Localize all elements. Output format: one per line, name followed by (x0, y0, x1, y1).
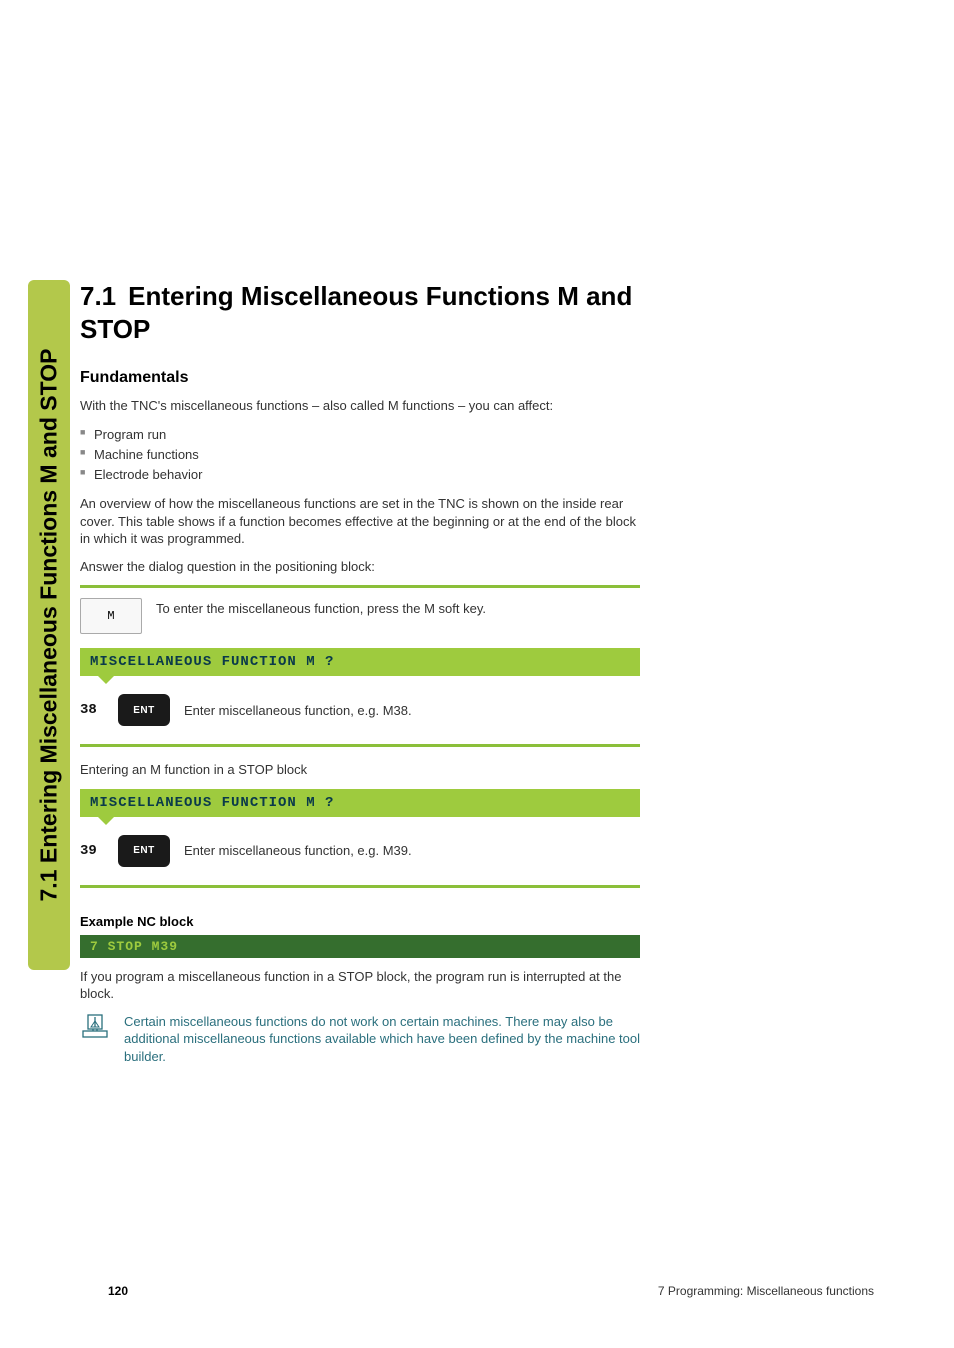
ent-key[interactable]: ENT (118, 835, 170, 867)
ent-num: 39 (80, 843, 104, 859)
prompt-label: MISCELLANEOUS FUNCTION M ? (90, 795, 334, 811)
misc-function-prompt: MISCELLANEOUS FUNCTION M ? (80, 789, 640, 817)
fundamentals-intro: With the TNC's miscellaneous functions –… (80, 397, 640, 415)
fundamentals-prompt: Answer the dialog question in the positi… (80, 558, 640, 576)
ent-text: Enter miscellaneous function, e.g. M39. (184, 843, 640, 858)
m-key-row: M To enter the miscellaneous function, p… (80, 598, 640, 634)
ent-text: Enter miscellaneous function, e.g. M38. (184, 703, 640, 718)
section-number: 7.1 (80, 280, 116, 313)
chapter-label: 7 Programming: Miscellaneous functions (658, 1284, 874, 1298)
ent-key[interactable]: ENT (118, 694, 170, 726)
ent-row-2: 39 ENT Enter miscellaneous function, e.g… (80, 835, 640, 867)
side-tab-label: 7.1 Entering Miscellaneous Functions M a… (36, 349, 63, 902)
page-footer: 120 7 Programming: Miscellaneous functio… (0, 1284, 954, 1298)
m-softkey[interactable]: M (80, 598, 142, 634)
rule (80, 885, 640, 888)
example-heading: Example NC block (80, 914, 640, 929)
fundamentals-heading: Fundamentals (80, 369, 640, 387)
m-key-text: To enter the miscellaneous function, pre… (156, 598, 640, 618)
rule (80, 744, 640, 747)
ent-num: 38 (80, 702, 104, 718)
prompt-label: MISCELLANEOUS FUNCTION M ? (90, 654, 334, 670)
section-title-text: Entering Miscellaneous Functions M and S… (80, 281, 632, 344)
machine-note-icon (80, 1013, 110, 1043)
rule (80, 585, 640, 588)
stop-intro: Entering an M function in a STOP block (80, 761, 640, 779)
callout-pointer-icon (98, 817, 114, 825)
section-title: 7.1Entering Miscellaneous Functions M an… (80, 280, 640, 345)
misc-function-prompt: MISCELLANEOUS FUNCTION M ? (80, 648, 640, 676)
fundamentals-overview: An overview of how the miscellaneous fun… (80, 495, 640, 548)
list-item: Electrode behavior (80, 465, 640, 485)
list-item: Machine functions (80, 445, 640, 465)
note-text: Certain miscellaneous functions do not w… (124, 1013, 640, 1066)
fundamentals-bullets: Program run Machine functions Electrode … (80, 425, 640, 485)
callout-pointer-icon (98, 676, 114, 684)
example-code: 7 STOP M39 (80, 935, 640, 958)
content-column: 7.1Entering Miscellaneous Functions M an… (80, 280, 640, 1065)
list-item: Program run (80, 425, 640, 445)
note-row: Certain miscellaneous functions do not w… (80, 1013, 640, 1066)
after-example: If you program a miscellaneous function … (80, 968, 640, 1003)
page-number: 120 (108, 1284, 128, 1298)
ent-row-1: 38 ENT Enter miscellaneous function, e.g… (80, 694, 640, 726)
side-tab: 7.1 Entering Miscellaneous Functions M a… (28, 280, 70, 970)
